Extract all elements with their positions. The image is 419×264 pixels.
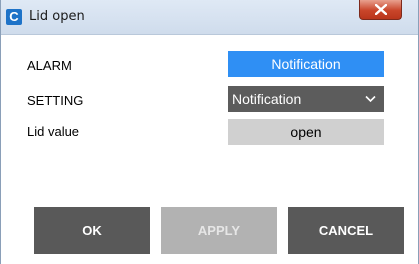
lid-value: open: [228, 119, 384, 145]
alarm-label: ALARM: [27, 58, 72, 73]
cancel-button[interactable]: CANCEL: [288, 207, 404, 254]
setting-select[interactable]: Notification: [228, 86, 384, 112]
window-title: Lid open: [29, 9, 85, 24]
chevron-down-icon: [365, 95, 376, 103]
setting-select-value: Notification: [232, 91, 302, 107]
apply-button[interactable]: APPLY: [161, 207, 277, 254]
dialog-window: C Lid open ALARM Notification SETTING No…: [0, 0, 419, 264]
app-icon: C: [6, 9, 22, 25]
alarm-value: Notification: [228, 51, 384, 77]
close-icon: [375, 4, 387, 15]
setting-label: SETTING: [27, 93, 84, 108]
close-button[interactable]: [359, 0, 402, 20]
lid-value-label: Lid value: [27, 124, 80, 139]
ok-button[interactable]: OK: [34, 207, 150, 254]
title-bar[interactable]: C Lid open: [1, 0, 418, 35]
